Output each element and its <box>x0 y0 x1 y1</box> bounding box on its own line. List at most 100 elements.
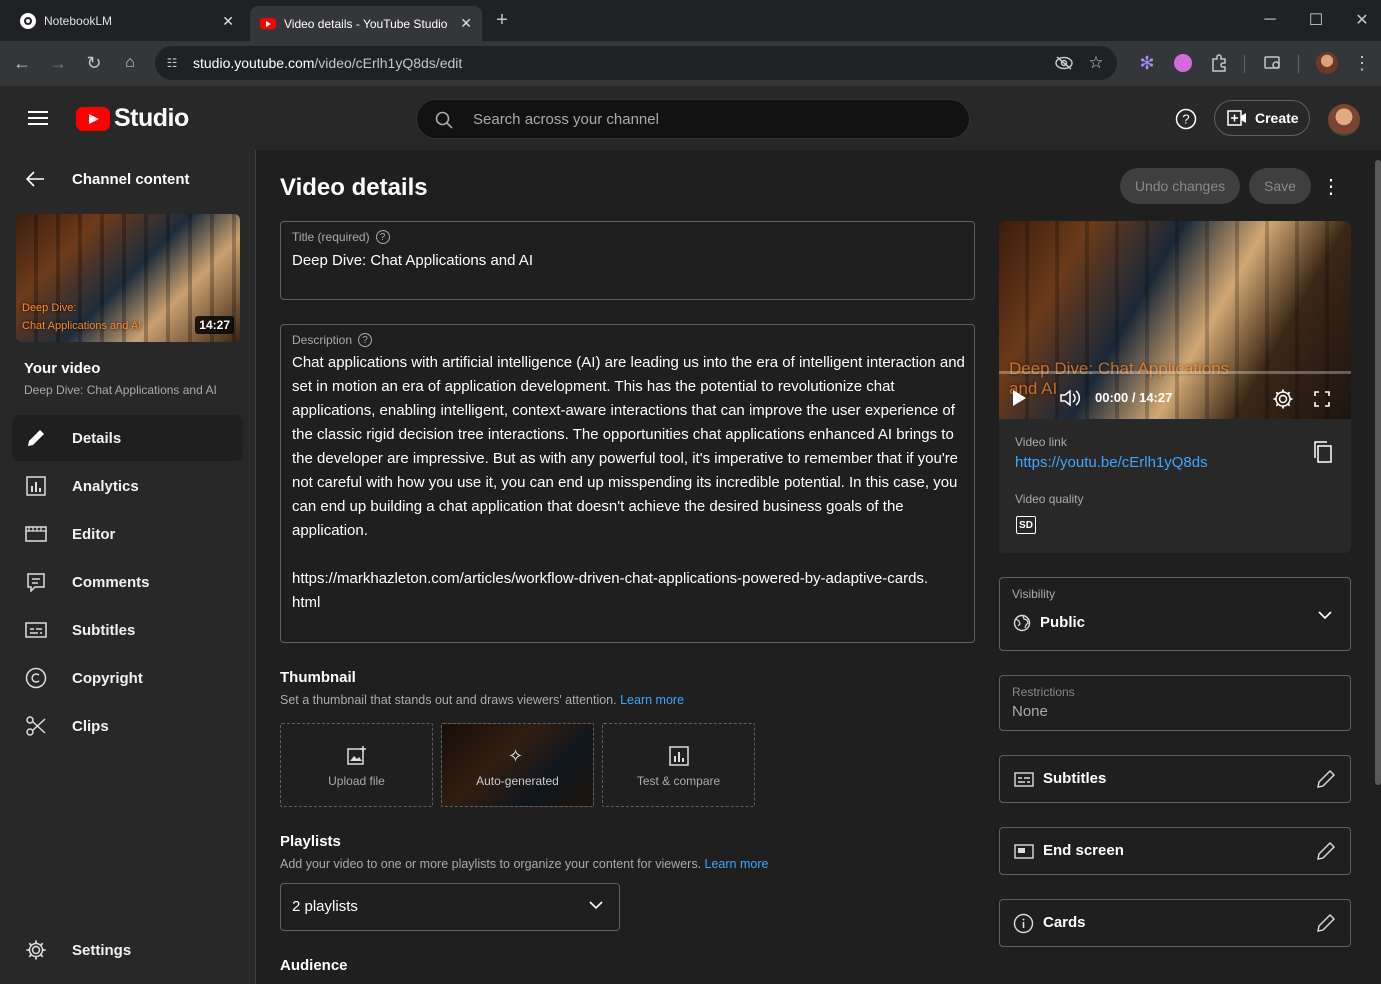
test-compare-button[interactable]: Test & compare <box>602 723 755 807</box>
sidebar-item-settings[interactable]: Settings <box>12 927 243 973</box>
auto-generated-label: Auto-generated <box>476 774 559 788</box>
account-avatar[interactable] <box>1328 104 1360 136</box>
close-window-icon[interactable]: ✕ <box>1350 8 1374 32</box>
bookmark-star-icon[interactable]: ☆ <box>1085 52 1107 74</box>
back-icon[interactable]: ← <box>10 51 34 75</box>
thumbnail-learn-more-link[interactable]: Learn more <box>620 693 684 707</box>
tab-search-icon[interactable] <box>1262 52 1284 74</box>
add-image-icon <box>347 746 367 766</box>
studio-logo[interactable]: Studio <box>76 104 189 133</box>
film-icon <box>12 526 60 542</box>
title-field-label: Title (required) <box>292 230 370 244</box>
reload-icon[interactable]: ↻ <box>82 51 106 75</box>
sidebar: Channel content Deep Dive: Chat Applicat… <box>0 150 256 984</box>
analytics-icon <box>12 476 60 496</box>
sidebar-item-details[interactable]: Details <box>12 415 243 461</box>
video-link[interactable]: https://youtu.be/cErlh1yQ8ds <box>1015 454 1208 471</box>
description-link[interactable]: https://markhazleton.com/articles/workfl… <box>292 567 932 615</box>
sidebar-item-analytics[interactable]: Analytics <box>12 463 243 509</box>
arrow-back-icon <box>24 170 46 188</box>
address-bar[interactable]: ☷ studio.youtube.com/video/cErlh1yQ8ds/e… <box>155 46 1117 80</box>
extension-face-icon[interactable] <box>1172 52 1194 74</box>
upload-file-button[interactable]: Upload file <box>280 723 433 807</box>
auto-generated-button[interactable]: ✧ Auto-generated <box>441 723 594 807</box>
sparkle-icon: ✧ <box>508 746 524 766</box>
tab-notebooklm[interactable]: NotebookLM ✕ <box>8 6 244 36</box>
video-progress-bar[interactable] <box>999 371 1351 374</box>
help-circle-icon[interactable]: ? <box>375 230 390 244</box>
video-thumbnail[interactable]: Deep Dive: Chat Applications and AI 14:2… <box>16 214 240 342</box>
extension-puzzle-purple-icon[interactable]: ✻ <box>1136 52 1158 74</box>
sidebar-item-label: Subtitles <box>72 621 136 639</box>
sidebar-item-comments[interactable]: Comments <box>12 559 243 605</box>
edit-pencil-icon[interactable] <box>1316 841 1336 861</box>
search-box[interactable]: Search across your channel <box>416 99 970 139</box>
close-tab-icon[interactable]: ✕ <box>222 13 234 30</box>
sidebar-item-label: Copyright <box>72 669 143 687</box>
new-tab-icon[interactable]: + <box>490 8 514 32</box>
tracking-protection-icon[interactable] <box>1053 52 1075 74</box>
edit-pencil-icon[interactable] <box>1316 769 1336 789</box>
playlists-heading: Playlists <box>280 833 341 850</box>
page-title: Video details <box>280 174 428 201</box>
play-icon[interactable] <box>1011 389 1027 407</box>
site-info-icon[interactable]: ☷ <box>163 54 181 72</box>
tab-youtube-studio[interactable]: Video details - YouTube Studio ✕ <box>250 6 482 41</box>
browser-toolbar: ← → ↻ ⌂ ☷ studio.youtube.com/video/cErlh… <box>0 41 1381 86</box>
youtube-icon <box>260 18 276 29</box>
help-circle-icon[interactable]: ? <box>358 333 373 347</box>
more-options-icon[interactable]: ⋮ <box>1321 174 1341 198</box>
tab-title: Video details - YouTube Studio <box>284 16 448 31</box>
description-field[interactable]: Description ? Chat applications with art… <box>280 324 975 643</box>
analytics-icon <box>669 746 689 766</box>
maximize-icon[interactable]: ☐ <box>1304 8 1328 32</box>
visibility-dropdown[interactable]: Visibility Public <box>999 577 1351 651</box>
copy-icon[interactable] <box>1313 441 1333 463</box>
player-settings-gear-icon[interactable] <box>1272 388 1294 410</box>
save-button[interactable]: Save <box>1249 168 1311 204</box>
profile-avatar-icon[interactable] <box>1315 51 1339 75</box>
video-player[interactable]: Deep Dive: Chat Applications and AI 00:0… <box>999 221 1351 419</box>
back-to-channel-content[interactable]: Channel content <box>24 170 190 188</box>
sidebar-item-editor[interactable]: Editor <box>12 511 243 557</box>
fullscreen-icon[interactable] <box>1314 391 1330 407</box>
cards-card-button[interactable]: Cards <box>999 899 1351 947</box>
create-button[interactable]: Create <box>1214 100 1310 136</box>
cards-card-label: Cards <box>1043 914 1086 931</box>
playlists-desc-text: Add your video to one or more playlists … <box>280 857 702 871</box>
visibility-label: Visibility <box>1012 587 1056 601</box>
playlists-learn-more-link[interactable]: Learn more <box>705 857 769 871</box>
playlists-dropdown[interactable]: 2 playlists <box>280 883 620 931</box>
title-input[interactable]: Deep Dive: Chat Applications and AI <box>292 252 533 269</box>
sidebar-item-clips[interactable]: Clips <box>12 703 243 749</box>
gear-icon <box>12 939 60 961</box>
minimize-icon[interactable]: ─ <box>1258 8 1282 32</box>
sidebar-item-label: Details <box>72 429 122 447</box>
your-video-label: Your video <box>24 360 101 377</box>
youtube-logo-icon <box>76 106 110 131</box>
end-screen-card-label: End screen <box>1043 842 1124 859</box>
extensions-icon[interactable] <box>1208 52 1230 74</box>
help-icon[interactable]: ? <box>1174 107 1198 131</box>
tab-title: NotebookLM <box>44 14 113 28</box>
browser-tab-bar: NotebookLM ✕ Video details - YouTube Stu… <box>0 0 1381 41</box>
forward-icon[interactable]: → <box>46 51 70 75</box>
close-tab-icon[interactable]: ✕ <box>460 15 472 32</box>
volume-icon[interactable] <box>1059 389 1081 407</box>
hamburger-menu-icon[interactable] <box>24 106 52 130</box>
edit-pencil-icon[interactable] <box>1316 913 1336 933</box>
search-input[interactable]: Search across your channel <box>473 111 659 128</box>
subtitles-card-button[interactable]: Subtitles <box>999 755 1351 803</box>
browser-menu-icon[interactable]: ⋮ <box>1352 52 1372 74</box>
description-text[interactable]: Chat applications with artificial intell… <box>292 351 966 543</box>
end-screen-card-button[interactable]: End screen <box>999 827 1351 875</box>
home-icon[interactable]: ⌂ <box>118 51 142 75</box>
restrictions-field: Restrictions None <box>999 675 1351 731</box>
main-scrollbar[interactable] <box>1375 160 1381 785</box>
sidebar-item-subtitles[interactable]: Subtitles <box>12 607 243 653</box>
undo-changes-button[interactable]: Undo changes <box>1120 168 1240 204</box>
scissors-icon <box>12 715 60 737</box>
title-field[interactable]: Title (required) ? Deep Dive: Chat Appli… <box>280 221 975 300</box>
playlists-value: 2 playlists <box>292 898 358 915</box>
sidebar-item-copyright[interactable]: Copyright <box>12 655 243 701</box>
